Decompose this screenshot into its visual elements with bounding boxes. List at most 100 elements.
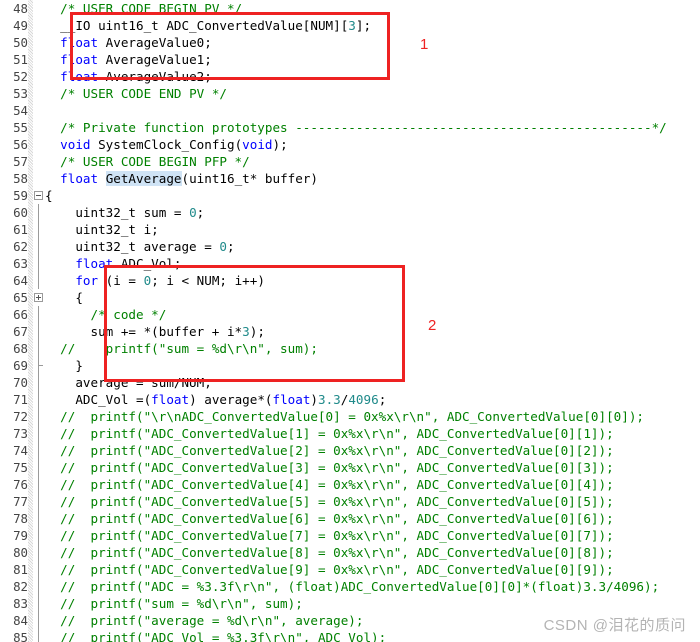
code-line[interactable]: 60 uint32_t sum = 0; [0,204,700,221]
code-line[interactable]: 78 // printf("ADC_ConvertedValue[6] = 0x… [0,510,700,527]
fold-guide-line [33,629,45,642]
code-text: // printf("average = %d\r\n", average); [60,613,364,628]
code-text: /* Private function prototypes ---------… [60,120,667,135]
code-line[interactable]: 74 // printf("ADC_ConvertedValue[2] = 0x… [0,442,700,459]
line-number: 62 [0,238,28,255]
code-text: __IO uint16_t ADC_ConvertedValue[NUM][3]… [45,18,372,33]
code-text: // printf("ADC_ConvertedValue[9] = 0x%x\… [60,562,614,577]
line-number: 48 [0,0,28,17]
fold-guide-line [33,561,45,578]
code-text: float AverageValue0; [60,35,212,50]
fold-guide-line [33,493,45,510]
code-line[interactable]: 68 // printf("sum = %d\r\n", sum); [0,340,700,357]
line-number: 79 [0,527,28,544]
code-text: uint32_t average = 0; [45,239,235,254]
fold-margin [33,68,45,85]
code-line[interactable]: 52 float AverageValue2; [0,68,700,85]
code-line[interactable]: 82 // printf("ADC = %3.3f\r\n", (float)A… [0,578,700,595]
code-line[interactable]: 50 float AverageValue0; [0,34,700,51]
code-editor[interactable]: 48 /* USER CODE BEGIN PV */49 __IO uint1… [0,0,700,642]
fold-guide-line [33,221,45,238]
line-number: 54 [0,102,28,119]
fold-margin [33,170,45,187]
code-text: // printf("ADC_Vol = %3.3f\r\n", ADC_Vol… [60,630,387,642]
code-line[interactable]: 48 /* USER CODE BEGIN PV */ [0,0,700,17]
line-number: 82 [0,578,28,595]
line-number: 53 [0,85,28,102]
code-line[interactable]: 76 // printf("ADC_ConvertedValue[4] = 0x… [0,476,700,493]
fold-guide-line [33,391,45,408]
code-line[interactable]: 79 // printf("ADC_ConvertedValue[7] = 0x… [0,527,700,544]
code-line[interactable]: 72 // printf("\r\nADC_ConvertedValue[0] … [0,408,700,425]
line-number: 84 [0,612,28,629]
code-line[interactable]: 62 uint32_t average = 0; [0,238,700,255]
code-line[interactable]: 64 for (i = 0; i < NUM; i++) [0,272,700,289]
code-line[interactable]: 51 float AverageValue1; [0,51,700,68]
line-number: 71 [0,391,28,408]
code-line[interactable]: 66 /* code */ [0,306,700,323]
line-number: 74 [0,442,28,459]
line-number: 83 [0,595,28,612]
code-line[interactable]: 77 // printf("ADC_ConvertedValue[5] = 0x… [0,493,700,510]
fold-expand-icon[interactable] [33,289,45,306]
code-line[interactable]: 56 void SystemClock_Config(void); [0,136,700,153]
fold-guide-line [33,442,45,459]
code-line[interactable]: 53 /* USER CODE END PV */ [0,85,700,102]
fold-margin [33,136,45,153]
code-line[interactable]: 58 float GetAverage(uint16_t* buffer) [0,170,700,187]
line-number: 56 [0,136,28,153]
code-text: // printf("ADC_ConvertedValue[8] = 0x%x\… [60,545,614,560]
line-number: 65 [0,289,28,306]
code-text: for (i = 0; i < NUM; i++) [75,273,265,288]
code-line[interactable]: 61 uint32_t i; [0,221,700,238]
fold-guide-line [33,306,45,323]
code-line[interactable]: 63 float ADC_Vol; [0,255,700,272]
fold-guide-line [33,425,45,442]
annotation-label-1: 1 [420,36,429,53]
fold-margin [33,119,45,136]
code-line[interactable]: 70 average = sum/NUM; [0,374,700,391]
code-line[interactable]: 80 // printf("ADC_ConvertedValue[8] = 0x… [0,544,700,561]
code-line[interactable]: 65 { [0,289,700,306]
code-line[interactable]: 54 [0,102,700,119]
code-text: // printf("ADC_ConvertedValue[1] = 0x%x\… [60,426,614,441]
line-number: 80 [0,544,28,561]
fold-collapse-icon[interactable] [33,187,45,204]
line-number: 78 [0,510,28,527]
fold-margin [33,51,45,68]
line-number: 67 [0,323,28,340]
line-number: 59 [0,187,28,204]
code-line[interactable]: 81 // printf("ADC_ConvertedValue[9] = 0x… [0,561,700,578]
code-line[interactable]: 83 // printf("sum = %d\r\n", sum); [0,595,700,612]
line-number: 69 [0,357,28,374]
code-text: uint32_t i; [45,222,159,237]
fold-margin [33,153,45,170]
line-number: 55 [0,119,28,136]
code-line[interactable]: 71 ADC_Vol =(float) average*(float)3.3/4… [0,391,700,408]
code-text: { [45,290,83,305]
line-number: 81 [0,561,28,578]
fold-guide-line [33,527,45,544]
line-number: 75 [0,459,28,476]
code-line[interactable]: 57 /* USER CODE BEGIN PFP */ [0,153,700,170]
code-text: } [45,358,83,373]
code-line[interactable]: 49 __IO uint16_t ADC_ConvertedValue[NUM]… [0,17,700,34]
code-text: // printf("ADC_ConvertedValue[3] = 0x%x\… [60,460,614,475]
fold-guide-line [33,578,45,595]
line-number: 64 [0,272,28,289]
code-text: // printf("ADC_ConvertedValue[2] = 0x%x\… [60,443,614,458]
code-text: void SystemClock_Config(void); [60,137,288,152]
code-line[interactable]: 55 /* Private function prototypes ------… [0,119,700,136]
code-line[interactable]: 67 sum += *(buffer + i*3); [0,323,700,340]
code-line[interactable]: 75 // printf("ADC_ConvertedValue[3] = 0x… [0,459,700,476]
line-number: 60 [0,204,28,221]
line-number: 77 [0,493,28,510]
line-number: 72 [0,408,28,425]
line-number: 63 [0,255,28,272]
code-line[interactable]: 69 } [0,357,700,374]
code-line[interactable]: 59 { [0,187,700,204]
code-text: uint32_t sum = 0; [45,205,205,220]
code-line[interactable]: 73 // printf("ADC_ConvertedValue[1] = 0x… [0,425,700,442]
fold-margin [33,34,45,51]
fold-margin [33,17,45,34]
